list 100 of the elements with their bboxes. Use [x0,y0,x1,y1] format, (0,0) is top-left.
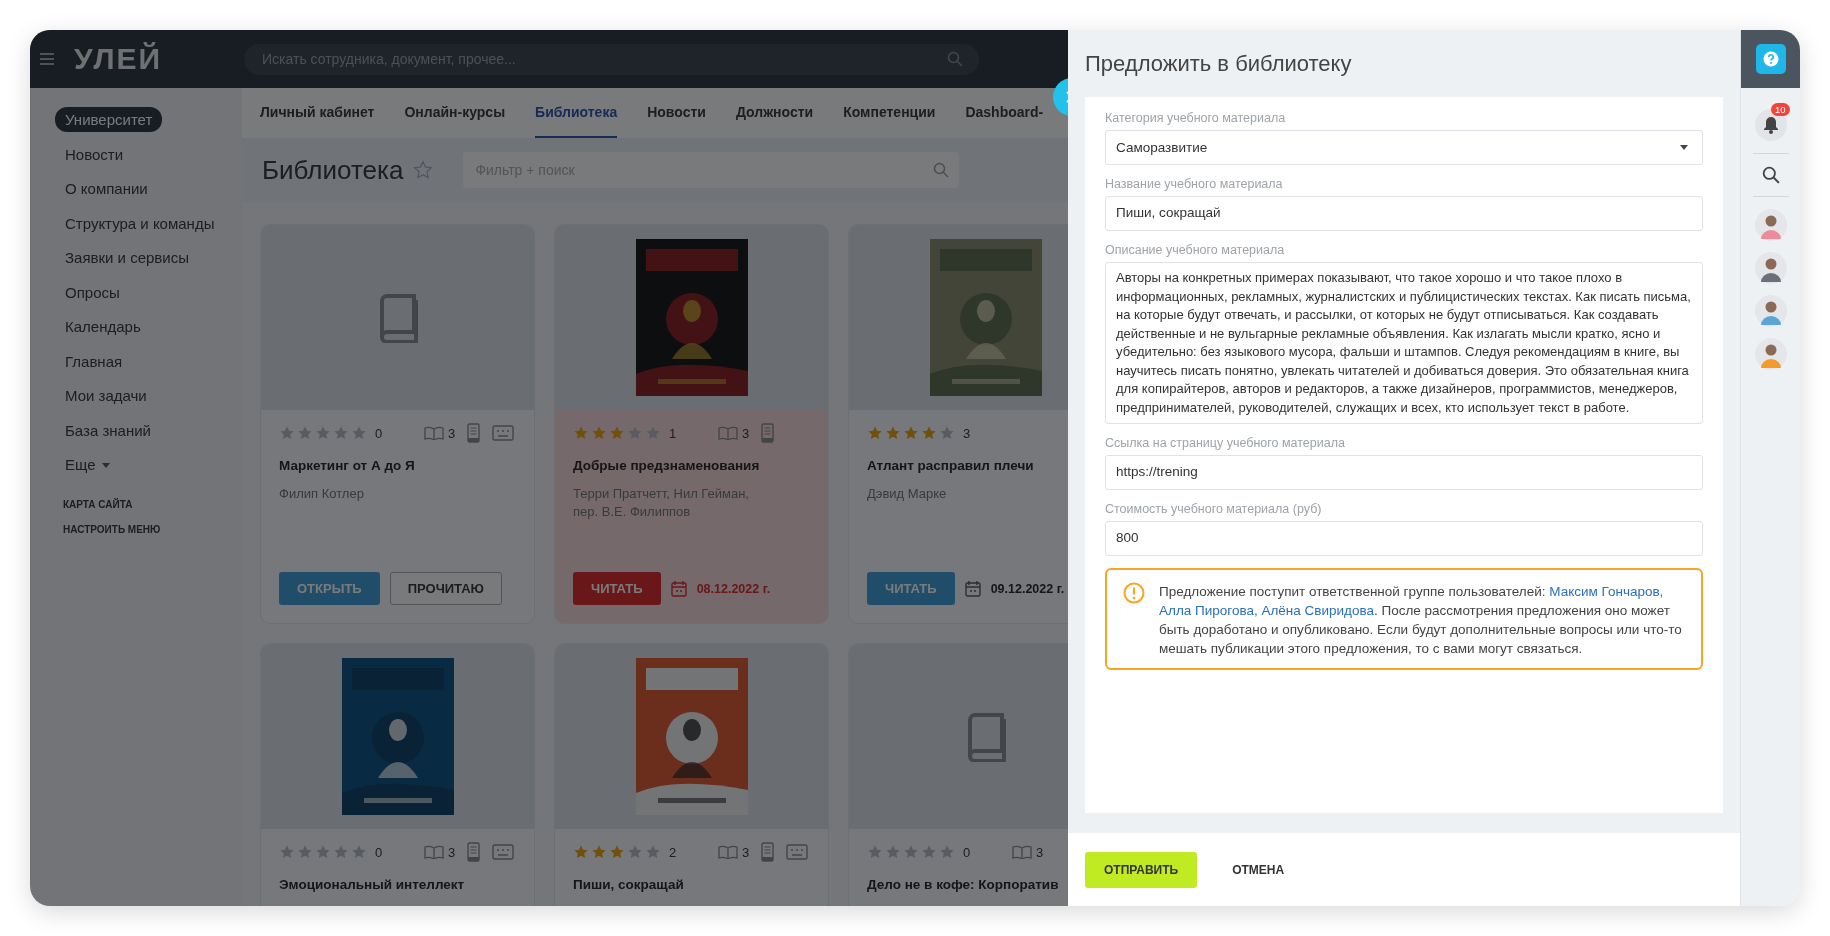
caret-icon [1680,145,1688,150]
input-field[interactable]: https://trening [1105,455,1703,490]
notice-text: Предложение поступит ответственной группе пользователей: Максим Гончаров, Алла Пирогова, Алёна Свиридова. После рассмотрения предложения оно может быть доработано и опубликовано. Если будут дополнительные вопросы или что-то мешать публикации этого предложения, то с вами могут связаться. [1159,583,1683,658]
book-author: Терри Пратчетт, Нил Гейман, пер. В.Е. Филиппов [573,485,750,521]
star-rating[interactable] [867,844,955,860]
logo[interactable]: УЛЕЙ [74,42,244,76]
book-title[interactable]: Атлант расправил плечи [867,458,1068,473]
sidebar-item[interactable]: Главная [55,348,133,374]
nav-tab[interactable]: Библиотека [535,88,618,138]
notification-badge: 10 [1771,103,1790,116]
star-rating[interactable] [573,425,661,441]
field-label: Описание учебного материала [1105,243,1286,257]
rating-count: 0 [375,425,383,441]
star-rating[interactable] [279,425,367,441]
warning-icon [1123,582,1145,604]
open-book-icon [718,426,738,440]
nav-tab[interactable]: Компетенции [843,88,936,138]
menu-icon[interactable] [40,53,54,65]
star-rating[interactable] [867,425,955,441]
cassette-icon [492,425,515,441]
book-author: Филип Котлер [279,485,365,503]
sidebar-item[interactable]: Еще [55,452,120,477]
e-reader-icon [761,842,775,862]
nav-tab[interactable]: Онлайн-курсы [404,88,506,138]
notifications-button[interactable] [1755,109,1787,141]
star-icon[interactable] [413,160,434,180]
calendar-icon [964,580,981,597]
bell-icon [1763,116,1779,134]
input-field[interactable]: Пиши, сокращай [1105,196,1703,231]
book-card[interactable]: 1 3 Добрые предзнаменования Терри Пратчетт, Нил Гейман, пер. В.Е. Филиппов ЧИТАТЬ 08.12.2022 г. [554,224,829,624]
rating-count: 1 [669,425,677,441]
star-rating[interactable] [573,844,661,860]
field-label: Название учебного материала [1105,177,1284,191]
description-field[interactable]: Авторы на конкретных примерах показывают, что такое хорошо и что такое плохо в информационных, рекламных, журналистских и публицистических текстах. Как писать письма, на которые будут отвечать, и рассылки, от которых не будут отписываться. Как создавать действенные и не вульгарные рекламные объявления. Как излагать мысли кратко, ясно и убедительно: без языкового мусора, фальши и штампов. Следуя рекомендациям в книге, вы научитесь писать понятно, увлекать читателей и добиваться доверия. Это обязательная книга для копирайтеров, авторов и редакторов, а также дизайнеров, программистов, менеджеров, предпринимателей, руководителей, служащих и всех, кто использует текст в работе. [1105,262,1703,424]
sidebar-link[interactable]: НАСТРОИТЬ МЕНЮ [63,523,161,535]
open-book-icon [718,845,738,859]
user-link[interactable]: Алла Пирогова, [1159,603,1258,618]
copies-count: 3 [1036,844,1044,860]
open-book-icon [424,426,444,440]
sidebar-item[interactable]: Заявки и сервисы [55,245,199,270]
help-icon [1763,51,1779,67]
book-card[interactable]: 2 3 Пиши, сокращай [554,643,829,906]
cancel-button[interactable]: ОТМЕНА [1213,851,1304,888]
book-author: Дэвид Марке [867,485,948,503]
user-avatar[interactable] [1755,252,1787,284]
book-title[interactable]: Дело не в кофе: Корпоратив [867,877,1068,892]
panel-title: Предложить в библиотеку [1084,50,1353,78]
user-link[interactable]: Максим Гончаров, [1549,584,1664,599]
star-rating[interactable] [279,844,367,860]
book-card[interactable]: 0 3 Маркетинг от А до Я Филип Котлер ОТКРЫТЬ ПРОЧИТАЮ [260,224,535,624]
sidebar-item[interactable]: База знаний [55,417,161,443]
rating-count: 2 [669,844,677,860]
nav-tab[interactable]: Новости [647,88,706,138]
page-title: Библиотека [262,154,404,186]
e-reader-icon [761,423,775,443]
copies-count: 3 [742,425,750,441]
nav-tab[interactable]: Личный кабинет [260,88,375,138]
nav-tab[interactable]: Должности [735,88,814,138]
book-title[interactable]: Пиши, сокращай [573,877,810,892]
nav-tab[interactable]: Dashboard- [965,88,1044,138]
category-dropdown[interactable]: Саморазвитие [1105,130,1703,165]
due-date: 08.12.2022 г. [696,581,771,596]
rating-count: 3 [963,425,971,441]
sidebar-item[interactable]: Календарь [55,314,151,339]
book-title[interactable]: Добрые предзнаменования [573,458,810,473]
backdrop[interactable] [30,30,1068,906]
user-avatar[interactable] [1755,295,1787,327]
e-reader-icon [467,842,481,862]
open-book-icon [424,845,444,859]
rating-count: 0 [375,844,383,860]
search-icon [947,51,963,67]
user-link[interactable]: Алёна Свиридова [1261,603,1374,618]
user-avatar[interactable] [1755,338,1787,370]
sidebar-item[interactable]: Мои задачи [55,383,157,408]
card-button[interactable]: ЧИТАТЬ [573,572,661,605]
sidebar-link[interactable]: КАРТА САЙТА [63,498,161,510]
sidebar-item[interactable]: О компании [55,176,158,201]
book-card[interactable]: 3 Атлант расправил плечи Дэвид Марке ЧИТАТЬ 09.12.2022 г. [848,224,1068,624]
card-button[interactable]: ПРОЧИТАЮ [389,572,503,605]
book-card[interactable]: 0 3 Эмоциональный интеллект [260,643,535,906]
sidebar-item[interactable]: Новости [55,141,134,167]
sidebar-item[interactable]: Структура и команды [55,210,225,236]
cassette-icon [492,844,515,860]
book-title[interactable]: Маркетинг от А до Я [279,458,516,473]
sidebar-item[interactable]: Опросы [55,279,130,305]
copies-count: 3 [742,844,750,860]
due-date: 09.12.2022 г. [990,581,1065,596]
cassette-icon [786,844,809,860]
field-label: Категория учебного материала [1105,111,1287,125]
book-title[interactable]: Эмоциональный интеллект [279,877,516,892]
help-button[interactable] [1756,44,1786,74]
user-avatar[interactable] [1755,209,1787,241]
book-card[interactable]: 0 3 Дело не в кофе: Корпоратив [848,643,1068,906]
search-icon[interactable] [1762,166,1780,184]
card-button[interactable]: ЧИТАТЬ [867,572,955,605]
submit-button[interactable]: ОТПРАВИТЬ [1085,851,1198,888]
card-button[interactable]: ОТКРЫТЬ [279,572,380,605]
sidebar-item[interactable]: Университет [55,107,163,132]
rating-count: 0 [963,844,971,860]
input-field[interactable]: 800 [1105,521,1703,556]
